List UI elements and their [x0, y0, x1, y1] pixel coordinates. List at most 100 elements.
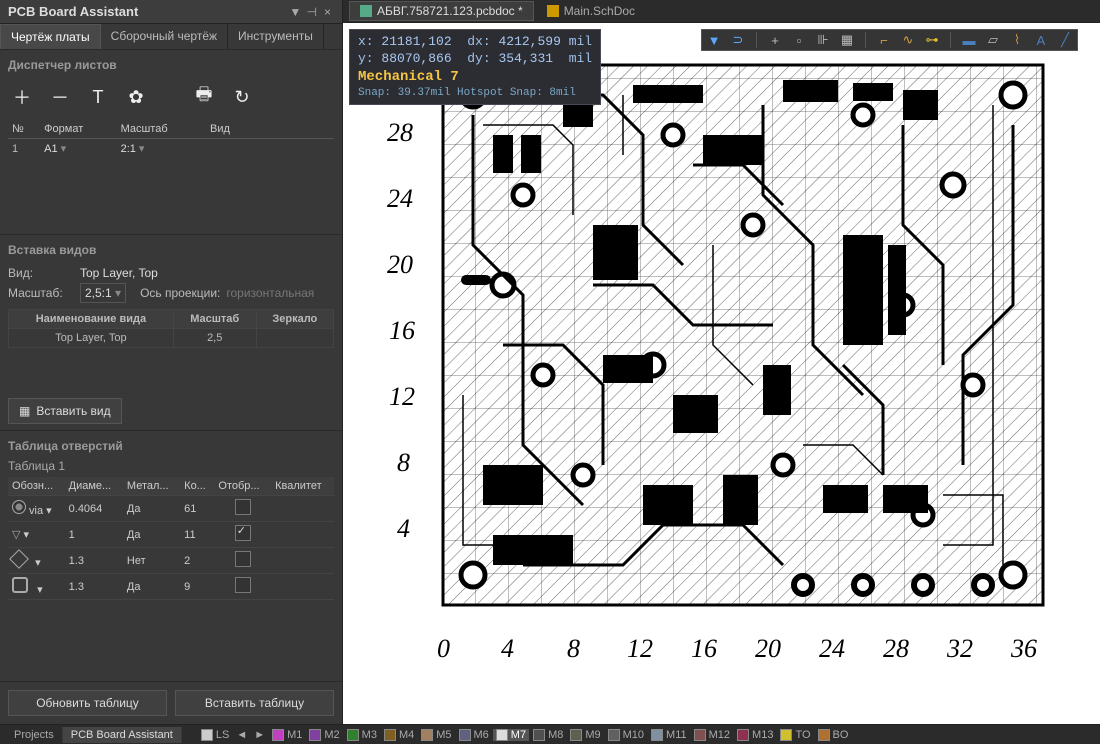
view-row[interactable]: Top Layer, Top 2,5 — [9, 329, 334, 348]
refresh-icon[interactable]: ↻ — [232, 87, 252, 108]
hex-icon — [12, 577, 28, 593]
place-poly-icon[interactable]: ▱ — [985, 32, 1001, 48]
side-panel: PCB Board Assistant ▼ ⊣ × Чертёж платы С… — [0, 0, 343, 724]
svg-text:24: 24 — [387, 184, 413, 213]
panel-tabs: Чертёж платы Сборочный чертёж Инструмент… — [0, 24, 342, 49]
dropdown-icon[interactable]: ▼ — [289, 5, 299, 19]
hole-row[interactable]: ▾ 1.3 Да 9 — [8, 574, 334, 600]
grid-icon[interactable]: ▦ — [839, 32, 855, 48]
text-icon[interactable]: T — [88, 87, 108, 108]
tab-tools[interactable]: Инструменты — [228, 24, 324, 49]
svg-text:12: 12 — [627, 634, 653, 663]
layer-M5[interactable]: M5 — [418, 729, 454, 741]
close-icon[interactable]: × — [324, 5, 334, 19]
axis-select[interactable]: горизонтальная — [226, 286, 314, 300]
pcb-drawing: 32 28 24 20 16 12 8 4 0 4 8 12 16 20 24 … — [343, 45, 1100, 725]
tab-assembly[interactable]: Сборочный чертёж — [101, 24, 228, 49]
pcb-file-icon — [360, 5, 372, 17]
col-scale[interactable]: Масштаб — [117, 120, 206, 139]
print-icon[interactable]: 🖶 — [194, 82, 214, 112]
svg-text:16: 16 — [389, 316, 415, 345]
show-checkbox[interactable] — [235, 577, 251, 593]
crosshair-icon[interactable]: + — [767, 32, 783, 48]
layer-M6[interactable]: M6 — [456, 729, 492, 741]
layer-◄[interactable]: ◄ — [233, 729, 250, 741]
svg-text:4: 4 — [397, 514, 410, 543]
status-bar: Projects PCB Board Assistant LS◄►M1M2M3M… — [0, 724, 1100, 744]
layer-M11[interactable]: M11 — [648, 729, 690, 741]
pcb-canvas[interactable]: x: 21181,102 dx: 4212,599 mil y: 88070,8… — [343, 23, 1100, 724]
sheet-toolbar: ＋ － T ✿ 🖶 ↻ — [8, 78, 334, 120]
layer-M10[interactable]: M10 — [605, 729, 647, 741]
align-icon[interactable]: ⊪ — [815, 32, 831, 48]
line-icon[interactable]: ╱ — [1057, 32, 1073, 48]
scale-dropdown[interactable]: 2:1 — [121, 142, 145, 155]
insert-view-button[interactable]: ▦ Вставить вид — [8, 398, 122, 424]
svg-text:20: 20 — [755, 634, 781, 663]
text-place-icon[interactable]: A — [1033, 32, 1049, 48]
gear-icon[interactable]: ✿ — [126, 87, 146, 108]
filter-icon[interactable]: ▼ — [706, 32, 722, 48]
sheets-title: Диспетчер листов — [8, 54, 334, 78]
show-checkbox[interactable] — [235, 551, 251, 567]
canvas-toolbar: ▼ ⊃ + ▫ ⊪ ▦ ⌐ ∿ ⊶ ▬ ▱ ⌇ A ╱ — [701, 29, 1078, 51]
sheet-table: № Формат Масштаб Вид 1 A1 2:1 — [8, 120, 334, 158]
format-dropdown[interactable]: A1 — [44, 142, 66, 155]
layer-TO[interactable]: TO — [777, 729, 813, 741]
layer-M2[interactable]: M2 — [306, 729, 342, 741]
insert-table-button[interactable]: Вставить таблицу — [175, 690, 334, 716]
hole-row[interactable]: ▽ ▾ 1 Да 11 — [8, 522, 334, 548]
svg-text:28: 28 — [883, 634, 909, 663]
insert-icon: ▦ — [19, 404, 30, 418]
key-icon[interactable]: ⊶ — [924, 32, 940, 48]
snap-icon[interactable]: ⊃ — [730, 32, 746, 48]
svg-text:28: 28 — [387, 118, 413, 147]
layer-M9[interactable]: M9 — [567, 729, 603, 741]
svg-text:0: 0 — [437, 634, 450, 663]
tab-drawing[interactable]: Чертёж платы — [0, 24, 101, 49]
show-checkbox[interactable] — [235, 499, 251, 515]
place-rect-icon[interactable]: ▬ — [961, 32, 977, 48]
layer-LS[interactable]: LS — [198, 729, 232, 741]
remove-icon[interactable]: － — [50, 84, 70, 110]
bottom-tab-assistant[interactable]: PCB Board Assistant — [63, 727, 182, 743]
doc-tab-pcb[interactable]: АБВГ.758721.123.pcbdoc * — [349, 1, 534, 21]
rect-select-icon[interactable]: ▫ — [791, 32, 807, 48]
svg-text:20: 20 — [387, 250, 413, 279]
layer-M12[interactable]: M12 — [691, 729, 733, 741]
svg-text:32: 32 — [946, 634, 973, 663]
layer-►[interactable]: ► — [251, 729, 268, 741]
route-icon[interactable]: ⌐ — [876, 32, 892, 48]
scale-select[interactable]: 2,5:1 — [80, 283, 126, 303]
hole-row[interactable]: ▾ 1.3 Нет 2 — [8, 548, 334, 574]
panel-title-text: PCB Board Assistant — [8, 4, 285, 19]
col-num[interactable]: № — [8, 120, 40, 139]
bottom-tab-projects[interactable]: Projects — [6, 727, 63, 743]
update-table-button[interactable]: Обновить таблицу — [8, 690, 167, 716]
view-select[interactable]: Top Layer, Top — [80, 266, 158, 280]
panel-header[interactable]: PCB Board Assistant ▼ ⊣ × — [0, 0, 342, 24]
sch-file-icon — [547, 5, 559, 17]
svg-text:16: 16 — [691, 634, 717, 663]
layer-M1[interactable]: M1 — [269, 729, 305, 741]
layer-M13[interactable]: M13 — [734, 729, 776, 741]
layer-M7[interactable]: M7 — [493, 729, 529, 741]
svg-text:8: 8 — [397, 448, 410, 477]
svg-text:4: 4 — [501, 634, 514, 663]
layer-BO[interactable]: BO — [815, 729, 852, 741]
via-icon[interactable]: ∿ — [900, 32, 916, 48]
trace-icon[interactable]: ⌇ — [1009, 32, 1025, 48]
layer-M8[interactable]: M8 — [530, 729, 566, 741]
col-format[interactable]: Формат — [40, 120, 116, 139]
pin-icon[interactable]: ⊣ — [307, 5, 317, 19]
views-table: Наименование вида Масштаб Зеркало Top La… — [8, 309, 334, 348]
add-icon[interactable]: ＋ — [12, 84, 32, 110]
layer-M3[interactable]: M3 — [344, 729, 380, 741]
show-checkbox[interactable] — [235, 525, 251, 541]
layer-M4[interactable]: M4 — [381, 729, 417, 741]
doc-tab-sch[interactable]: Main.SchDoc — [536, 1, 646, 21]
col-view[interactable]: Вид — [206, 120, 334, 139]
holes-subtitle: Таблица 1 — [8, 459, 334, 473]
sheet-row[interactable]: 1 A1 2:1 — [8, 139, 334, 159]
hole-row[interactable]: via ▾ 0.4064 Да 61 — [8, 496, 334, 522]
